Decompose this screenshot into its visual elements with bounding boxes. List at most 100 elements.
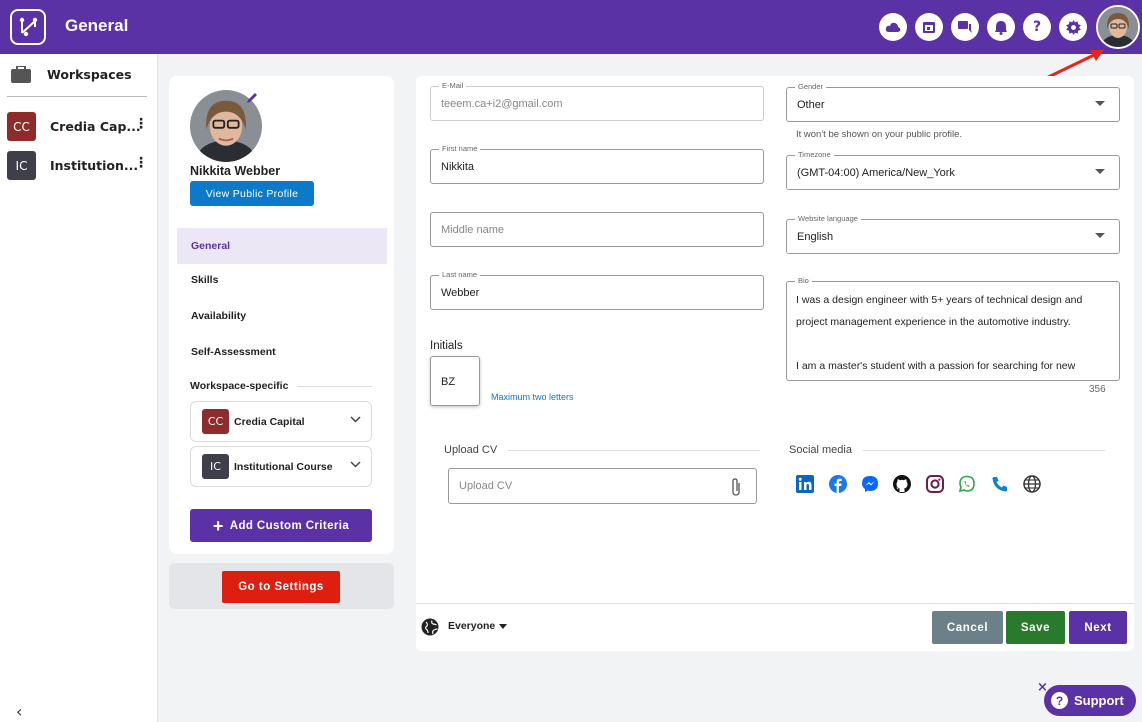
messenger-icon[interactable] [860, 474, 880, 494]
upload-cv-input[interactable]: Upload CV [448, 468, 757, 504]
workspace-select-label: Credia Capital [234, 415, 305, 428]
gender-select[interactable]: Gender Other [786, 82, 1120, 122]
gear-icon[interactable] [1059, 13, 1087, 41]
bio-line: I am a master's student with a passion f… [796, 360, 1076, 372]
middle-name-placeholder: Middle name [441, 224, 504, 236]
menu-item-skills[interactable]: Skills [177, 262, 387, 298]
facebook-icon[interactable] [828, 474, 848, 494]
last-name-legend: Last name [439, 270, 481, 279]
language-select[interactable]: Website language English [786, 214, 1120, 254]
go-to-settings-button[interactable]: Go to Settings [222, 571, 340, 603]
bio-line [796, 333, 1110, 355]
user-avatar[interactable] [1096, 5, 1140, 49]
divider [508, 450, 760, 451]
view-public-profile-button[interactable]: View Public Profile [190, 181, 314, 206]
edit-pencil-icon[interactable] [245, 90, 259, 109]
workspace-badge: CC [202, 409, 229, 434]
calendar-icon[interactable] [915, 13, 943, 41]
linkedin-icon[interactable] [795, 474, 815, 494]
bio-text: I was a design engineer with 5+ years of… [796, 289, 1110, 377]
language-value: English [797, 231, 834, 243]
first-name-value: Nikkita [441, 161, 475, 173]
sidebar-divider [7, 96, 147, 97]
kebab-menu-icon[interactable]: ⋮ [134, 116, 148, 132]
last-name-value: Webber [441, 287, 480, 299]
visibility-dropdown[interactable]: Everyone [448, 620, 508, 632]
save-button[interactable]: Save [1006, 611, 1065, 644]
page-title: General [65, 16, 129, 35]
add-custom-criteria-button[interactable]: + Add Custom Criteria [190, 509, 372, 542]
workspace-select-credia[interactable]: CC Credia Capital [190, 401, 372, 442]
timezone-legend: Timezone [795, 150, 834, 159]
briefcase-icon [11, 65, 31, 87]
sidebar-item-institutional[interactable]: IC Institution... ⋮ [7, 151, 152, 180]
menu-item-self-assessment[interactable]: Self-Assessment [177, 334, 387, 370]
timezone-value: (GMT-04:00) America/New_York [797, 167, 955, 179]
caret-down-icon [1095, 233, 1105, 238]
timezone-select[interactable]: Timezone (GMT-04:00) America/New_York [786, 150, 1120, 190]
email-legend: E-Mail [439, 81, 467, 90]
email-field: E-Mail teeem.ca+i2@gmail.com [430, 81, 764, 121]
instagram-icon[interactable] [925, 474, 945, 494]
paperclip-icon[interactable] [730, 477, 742, 501]
email-value: teeem.ca+i2@gmail.com [441, 98, 563, 110]
caret-down-icon [499, 623, 508, 629]
initials-hint: Maximum two letters [491, 392, 574, 402]
divider [297, 386, 372, 387]
last-name-field[interactable]: Last name Webber [430, 270, 764, 310]
help-circle-icon: ? [1051, 692, 1068, 709]
kebab-menu-icon[interactable]: ⋮ [134, 155, 148, 171]
chevron-down-icon [350, 415, 361, 426]
cancel-button[interactable]: Cancel [932, 611, 1003, 644]
footer-divider [416, 603, 1134, 604]
collapse-sidebar-icon[interactable]: ‹ [16, 702, 22, 721]
upload-cv-title: Upload CV [444, 444, 498, 456]
divider [863, 450, 1105, 451]
menu-item-general[interactable]: General [177, 228, 387, 264]
workspace-specific-heading: Workspace-specific [190, 380, 289, 392]
chevron-down-icon [350, 460, 361, 471]
workspace-select-institutional[interactable]: IC Institutional Course [190, 446, 372, 487]
caret-down-icon [1095, 101, 1105, 106]
visibility-label: Everyone [448, 620, 496, 632]
chat-icon[interactable] [951, 13, 979, 41]
first-name-legend: First name [439, 144, 481, 153]
gender-hint: It won't be shown on your public profile… [796, 129, 963, 140]
social-media-title: Social media [789, 444, 852, 456]
first-name-field[interactable]: First name Nikkita [430, 144, 764, 184]
github-icon[interactable] [892, 474, 912, 494]
caret-down-icon [1095, 169, 1105, 174]
globe-icon[interactable] [1022, 474, 1042, 494]
sidebar-item-label: Institution... [50, 158, 139, 173]
support-label: Support [1074, 693, 1124, 708]
phone-icon[interactable] [990, 474, 1010, 494]
workspace-badge: IC [7, 151, 36, 180]
whatsapp-icon[interactable] [957, 474, 977, 494]
middle-name-field[interactable]: Middle name [430, 212, 764, 247]
next-button[interactable]: Next [1069, 611, 1127, 644]
help-icon[interactable]: ? [1023, 13, 1051, 41]
sidebar-item-label: Credia Cap... [50, 119, 141, 134]
add-custom-criteria-label: Add Custom Criteria [229, 519, 350, 532]
workspaces-title: Workspaces [47, 67, 132, 82]
bio-legend: Bio [795, 276, 812, 285]
gender-legend: Gender [795, 82, 827, 91]
menu-item-availability[interactable]: Availability [177, 298, 387, 334]
app-logo-icon[interactable] [10, 9, 46, 45]
gender-value: Other [797, 99, 825, 111]
support-button[interactable]: ? Support [1044, 685, 1136, 716]
initials-label: Initials [430, 340, 463, 352]
initials-input[interactable]: BZ [430, 356, 480, 406]
bio-char-count: 356 [1089, 384, 1106, 395]
globe-visibility-icon [421, 618, 439, 640]
sidebar-item-credia[interactable]: CC Credia Cap... ⋮ [7, 112, 152, 141]
cloud-icon[interactable] [879, 13, 907, 41]
plus-icon: + [212, 515, 224, 536]
workspace-badge: CC [7, 112, 36, 141]
bell-icon[interactable] [987, 13, 1015, 41]
workspace-badge: IC [202, 454, 229, 479]
bio-line: I was a design engineer with 5+ years of… [796, 294, 1083, 306]
workspace-select-label: Institutional Course [234, 460, 333, 473]
upload-cv-placeholder: Upload CV [459, 480, 513, 492]
language-legend: Website language [795, 214, 861, 223]
